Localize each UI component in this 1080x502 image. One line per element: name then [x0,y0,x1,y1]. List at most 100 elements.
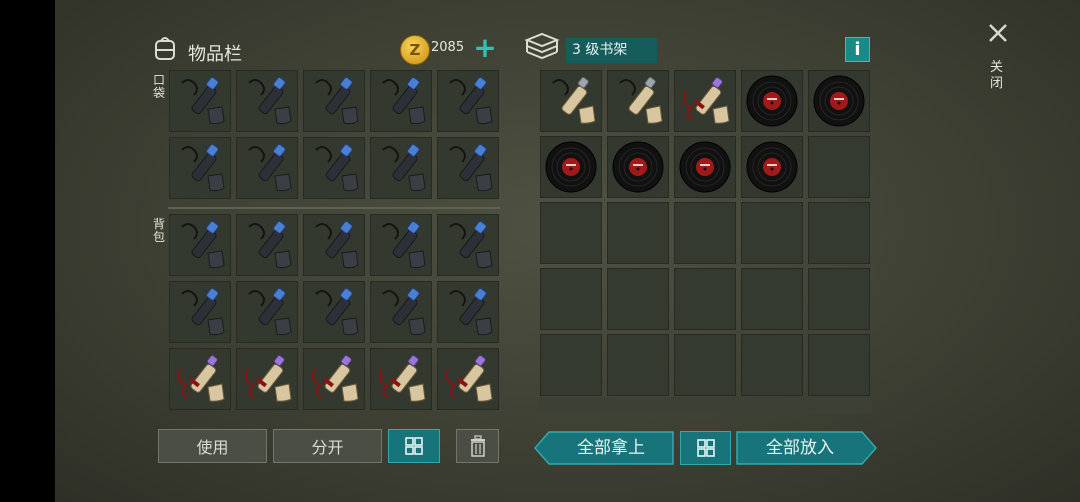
container-slot[interactable] [607,70,669,132]
container-slot[interactable] [540,334,602,396]
coin-icon: Z [400,35,430,65]
container-slot[interactable] [607,202,669,264]
gray-scroll-item-icon [552,76,596,124]
close-label[interactable]: 关闭 [990,60,1004,92]
section-divider [168,207,500,209]
backpack-slot[interactable] [236,348,298,410]
blue-tube-item-icon [382,76,426,125]
pocket-slot[interactable] [370,137,432,199]
container-slot[interactable] [674,136,736,198]
backpack-slot[interactable] [370,281,432,343]
pocket-slot[interactable] [169,137,231,199]
backpack-slot[interactable] [169,281,231,343]
container-slot[interactable] [741,70,803,132]
container-slot[interactable] [808,70,870,132]
pocket-slot[interactable] [303,137,365,199]
split-button[interactable]: 分开 [273,429,382,463]
vinyl-record-item-icon [746,75,798,127]
backpack-slot[interactable] [169,214,231,276]
close-icon[interactable] [987,22,1009,44]
container-slot[interactable] [741,334,803,396]
pocket-slot[interactable] [437,137,499,199]
container-grid-fade [539,397,872,413]
pocket-label: 口袋 [153,73,166,100]
blue-tube-item-icon [315,220,359,269]
backpack-slot[interactable] [370,214,432,276]
trash-button[interactable] [456,429,499,463]
vinyl-record-item-icon [545,141,597,193]
container-slot[interactable] [808,268,870,330]
container-slot[interactable] [808,136,870,198]
blue-tube-item-icon [181,287,225,336]
take-all-label: 全部拿上 [577,438,645,458]
container-slot[interactable] [741,268,803,330]
books-icon [524,32,560,60]
put-all-button[interactable]: 全部放入 [736,431,877,465]
pocket-slot[interactable] [370,70,432,132]
backpack-slot[interactable] [437,214,499,276]
container-slot[interactable] [674,268,736,330]
pocket-slot[interactable] [236,137,298,199]
blue-tube-item-icon [248,220,292,269]
container-slot[interactable] [607,334,669,396]
blue-tube-item-icon [315,76,359,125]
blue-tube-item-icon [449,287,493,336]
container-slot[interactable] [674,70,736,132]
container-title: 3 级书架 [566,38,657,63]
blue-tube-item-icon [382,287,426,336]
purple-scroll-item-icon [244,354,292,402]
container-slot[interactable] [741,136,803,198]
container-slot[interactable] [808,202,870,264]
backpack-slot[interactable] [437,281,499,343]
pocket-slot[interactable] [303,70,365,132]
purple-scroll-item-icon [682,76,730,124]
grid-icon [405,437,423,455]
container-slot[interactable] [540,136,602,198]
backpack-slot[interactable] [370,348,432,410]
blue-tube-item-icon [449,76,493,125]
gray-scroll-item-icon [619,76,663,124]
pocket-slot[interactable] [236,70,298,132]
blue-tube-item-icon [248,143,292,192]
backpack-slot[interactable] [303,214,365,276]
backpack-slot[interactable] [169,348,231,410]
use-button[interactable]: 使用 [158,429,267,463]
pocket-slot[interactable] [437,70,499,132]
container-slot[interactable] [540,268,602,330]
container-slot[interactable] [674,334,736,396]
purple-scroll-item-icon [378,354,426,402]
backpack-slot[interactable] [437,348,499,410]
grid-icon [696,439,715,457]
blue-tube-item-icon [181,76,225,125]
vinyl-record-item-icon [612,141,664,193]
purple-scroll-item-icon [445,354,493,402]
blue-tube-item-icon [315,287,359,336]
take-all-button[interactable]: 全部拿上 [534,431,674,465]
add-coins-button[interactable]: + [473,34,497,62]
container-slot[interactable] [607,268,669,330]
container-slot[interactable] [741,202,803,264]
game-screen: 物品栏 Z 2085 + 口袋 背包 3 级书架 i 关闭 使用 分开 全部拿上… [55,0,1080,502]
backpack-slot[interactable] [303,348,365,410]
blue-tube-item-icon [248,76,292,125]
container-slot[interactable] [540,70,602,132]
container-sort-button[interactable] [680,431,731,465]
purple-scroll-item-icon [311,354,359,402]
container-slot[interactable] [808,334,870,396]
pocket-slot[interactable] [169,70,231,132]
backpack-icon [155,37,175,60]
inventory-title: 物品栏 [188,44,242,65]
info-button[interactable]: i [845,37,870,62]
blue-tube-item-icon [382,220,426,269]
blue-tube-item-icon [449,220,493,269]
container-slot[interactable] [607,136,669,198]
inventory-sort-button[interactable] [388,429,440,463]
backpack-slot[interactable] [236,214,298,276]
container-slot[interactable] [674,202,736,264]
container-slot[interactable] [540,202,602,264]
trash-icon [470,435,485,457]
backpack-slot[interactable] [303,281,365,343]
blue-tube-item-icon [315,143,359,192]
backpack-slot[interactable] [236,281,298,343]
blue-tube-item-icon [181,220,225,269]
